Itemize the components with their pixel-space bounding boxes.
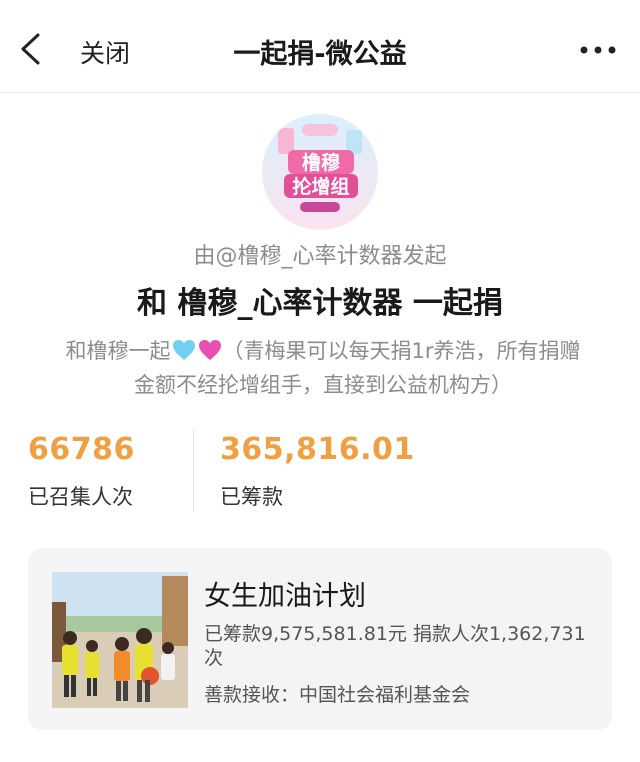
project-thumbnail [52,572,188,708]
project-receiver: 善款接收：中国社会福利基金会 [204,684,471,706]
more-options-icon[interactable] [578,40,618,60]
blue-heart-icon [172,340,195,360]
page: 关闭 一起捐-微公益 橹穆 抡增组 由@橹穆_心率计数器发起 和 橹穆_心率计数… [0,0,640,762]
nav-bar: 关闭 一起捐-微公益 [0,0,640,93]
people-count-stat: 66786 已召集人次 [28,432,135,511]
project-raised: 已筹款9,575,581.81元 [204,623,407,645]
stats-divider [193,430,194,512]
avatar-text-line1: 橹穆 [302,151,340,174]
avatar-text-line2: 抡增组 [292,175,349,198]
people-count-label: 已召集人次 [28,485,133,509]
project-stats: 已筹款9,575,581.81元 捐款人次1,362,731次 [204,622,604,670]
people-count-value: 66786 [28,432,135,467]
campaign-description: 和橹穆一起 （青梅果可以每天捐1r养浩，所有捐赠金额不经抡增组手，直接到公益机构方… [56,334,590,402]
project-title: 女生加油计划 [204,581,366,612]
amount-raised-label: 已筹款 [220,485,283,509]
amount-raised-stat: 365,816.01 已筹款 [220,432,415,511]
page-title: 一起捐-微公益 [233,39,407,70]
initiator-avatar[interactable]: 橹穆 抡增组 [262,114,378,230]
initiator-text[interactable]: 由@橹穆_心率计数器发起 [0,238,640,270]
description-prefix: 和橹穆一起 [65,339,171,363]
pink-heart-icon [198,340,221,360]
project-card[interactable]: 女生加油计划 已筹款9,575,581.81元 捐款人次1,362,731次 善… [28,548,612,730]
campaign-headline: 和 橹穆_心率计数器 一起捐 [137,286,503,321]
amount-raised-value: 365,816.01 [220,432,415,467]
